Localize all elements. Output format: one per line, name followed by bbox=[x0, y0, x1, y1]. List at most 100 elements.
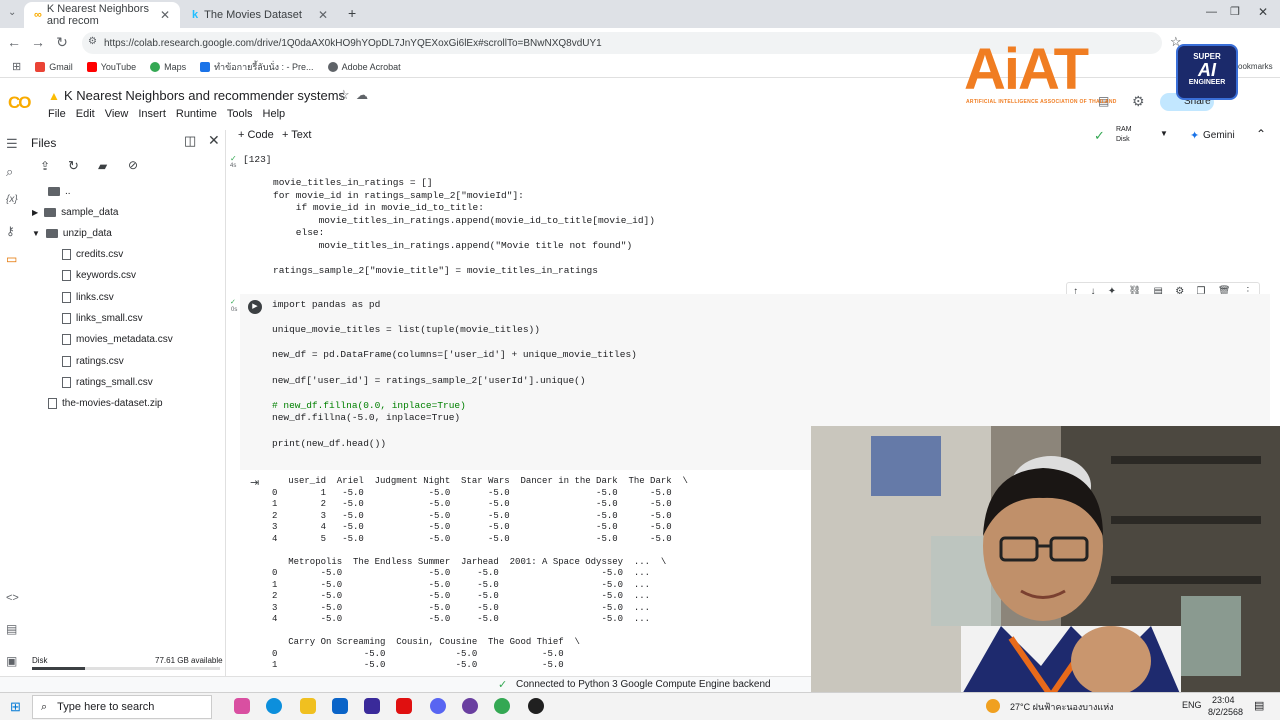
disk-label[interactable]: Disk bbox=[1116, 136, 1130, 143]
bookmark-thai-page[interactable]: ทำข้อกายรี้ลับนั่ง : - Pre... bbox=[200, 60, 314, 74]
file-name: links_small.csv bbox=[76, 313, 143, 324]
tab-colab[interactable]: ∞ K Nearest Neighbors and recom ✕ bbox=[24, 2, 180, 28]
all-bookmarks-link[interactable]: ookmarks bbox=[1238, 62, 1273, 71]
file-tree-item[interactable]: links.csv bbox=[62, 292, 114, 303]
code-editor[interactable]: import pandas as pd unique_movie_titles … bbox=[272, 299, 637, 450]
chrome-icon[interactable] bbox=[494, 698, 510, 714]
search-icon: ⌕ bbox=[41, 700, 48, 713]
hide-files-icon[interactable]: ⊘ bbox=[128, 158, 138, 172]
file-icon bbox=[62, 249, 71, 260]
file-tree-item[interactable]: movies_metadata.csv bbox=[62, 334, 173, 345]
code-cell[interactable]: ✓ 4s [123] movie_titles_in_ratings = [] f… bbox=[228, 148, 1268, 282]
colab-logo[interactable]: CO bbox=[8, 93, 31, 113]
star-icon[interactable]: ☆ bbox=[338, 87, 350, 103]
back-icon[interactable]: ← bbox=[2, 34, 26, 50]
tab-search-icon[interactable]: ⌄ bbox=[8, 7, 16, 18]
close-icon[interactable]: ✕ bbox=[160, 8, 170, 22]
file-tree-item[interactable]: the-movies-dataset.zip bbox=[48, 398, 163, 409]
menu-insert[interactable]: Insert bbox=[138, 108, 166, 120]
site-info-icon[interactable]: ⚙ bbox=[88, 36, 97, 47]
table-of-contents-icon[interactable]: ☰ bbox=[6, 136, 18, 152]
file-tree-item[interactable]: ▶ sample_data bbox=[32, 207, 118, 218]
tab-movies-dataset[interactable]: k The Movies Dataset ✕ bbox=[182, 2, 338, 28]
add-code-button[interactable]: + Code bbox=[238, 129, 274, 141]
chevron-down-icon[interactable]: ▼ bbox=[32, 229, 40, 238]
window-close-icon[interactable]: ✕ bbox=[1258, 5, 1268, 19]
weather-widget[interactable]: 27°C ฝนฟ้าคะนองบางแห่ง bbox=[1010, 700, 1114, 714]
bookmark-gmail[interactable]: Gmail bbox=[35, 61, 73, 72]
input-language[interactable]: ENG bbox=[1182, 700, 1202, 710]
secrets-key-icon[interactable]: ⚷ bbox=[6, 224, 15, 238]
bookmark-maps[interactable]: Maps bbox=[150, 61, 186, 72]
menu-runtime[interactable]: Runtime bbox=[176, 108, 217, 120]
mount-drive-icon[interactable]: ▰ bbox=[98, 159, 107, 173]
file-tree-item[interactable]: .. bbox=[48, 186, 71, 197]
open-in-tab-icon[interactable]: ◫ bbox=[184, 133, 196, 149]
menu-tools[interactable]: Tools bbox=[227, 108, 253, 120]
menu-view[interactable]: View bbox=[105, 108, 129, 120]
code-editor[interactable]: movie_titles_in_ratings = [] for movie_id… bbox=[273, 177, 655, 278]
chevron-down-icon[interactable]: ▼ bbox=[1160, 129, 1168, 138]
file-tree-item[interactable]: ratings.csv bbox=[62, 356, 124, 367]
file-tree-item[interactable]: credits.csv bbox=[62, 249, 123, 260]
variables-icon[interactable]: {x} bbox=[6, 194, 18, 205]
app-icon[interactable] bbox=[528, 698, 544, 714]
page-icon bbox=[200, 61, 211, 72]
code-line: movie_titles_in_ratings.append("Movie ti… bbox=[273, 239, 633, 251]
menu-edit[interactable]: Edit bbox=[76, 108, 95, 120]
close-icon[interactable]: ✕ bbox=[318, 8, 328, 22]
file-tree-item[interactable]: ▼ unzip_data bbox=[32, 228, 112, 239]
outlook-icon[interactable] bbox=[332, 698, 348, 714]
cloud-icon[interactable]: ☁ bbox=[356, 88, 368, 102]
connection-status[interactable]: Connected to Python 3 Google Compute Eng… bbox=[516, 679, 771, 690]
clock-time[interactable]: 23:04 bbox=[1212, 695, 1235, 705]
minimize-icon[interactable]: — bbox=[1206, 6, 1217, 18]
youtube-app-icon[interactable] bbox=[396, 698, 412, 714]
bookmark-acrobat[interactable]: Adobe Acrobat bbox=[327, 61, 401, 72]
add-text-button[interactable]: + Text bbox=[282, 129, 311, 141]
output-actions-icon[interactable]: ⇥ bbox=[250, 476, 259, 489]
upload-file-icon[interactable]: ⇪ bbox=[40, 159, 50, 173]
ram-label[interactable]: RAM bbox=[1116, 126, 1132, 133]
terminal-icon[interactable]: ▣ bbox=[6, 654, 17, 668]
file-tree-item[interactable]: keywords.csv bbox=[62, 270, 136, 281]
reload-icon[interactable]: ↻ bbox=[50, 34, 74, 51]
gemini-button[interactable]: Gemini bbox=[1203, 130, 1235, 141]
command-palette-icon[interactable]: ▤ bbox=[6, 622, 17, 636]
bookmark-label: Gmail bbox=[49, 61, 73, 72]
taskbar-search-box[interactable]: ⌕ Type here to search bbox=[32, 695, 212, 719]
close-panel-icon[interactable]: ✕ bbox=[208, 132, 220, 149]
file-icon bbox=[62, 356, 71, 367]
obs-icon[interactable] bbox=[462, 698, 478, 714]
code-snippets-icon[interactable]: <> bbox=[6, 592, 19, 604]
search-icon[interactable]: ⌕ bbox=[6, 164, 13, 180]
menu-file[interactable]: File bbox=[48, 108, 66, 120]
app-icon[interactable] bbox=[234, 698, 250, 714]
app-icon[interactable] bbox=[364, 698, 380, 714]
restore-icon[interactable]: ❐ bbox=[1230, 5, 1240, 18]
collapse-header-icon[interactable]: ⌃ bbox=[1256, 127, 1266, 141]
clock-date[interactable]: 8/2/2568 bbox=[1208, 707, 1243, 717]
new-tab-button[interactable]: + bbox=[348, 5, 356, 21]
run-cell-button[interactable]: ▶ bbox=[248, 300, 262, 314]
bookmark-youtube[interactable]: YouTube bbox=[86, 61, 136, 72]
apps-grid-icon[interactable]: ⊞ bbox=[12, 60, 21, 73]
forward-icon[interactable]: → bbox=[26, 34, 50, 50]
notifications-icon[interactable]: ▤ bbox=[1254, 699, 1264, 712]
notebook-title[interactable]: K Nearest Neighbors and recommender syst… bbox=[64, 88, 345, 103]
code-line: 2 -5.0 -5.0 -5.0 -5.0 ... bbox=[272, 591, 651, 601]
refresh-icon[interactable]: ↻ bbox=[68, 158, 79, 174]
files-folder-icon[interactable]: ▭ bbox=[6, 252, 17, 266]
chevron-right-icon[interactable]: ▶ bbox=[32, 208, 38, 217]
edge-browser-icon[interactable] bbox=[266, 698, 282, 714]
file-name: movies_metadata.csv bbox=[76, 334, 173, 345]
discord-icon[interactable] bbox=[430, 698, 446, 714]
windows-start-icon[interactable]: ⊞ bbox=[10, 699, 21, 715]
file-tree-item[interactable]: links_small.csv bbox=[62, 313, 143, 324]
menu-help[interactable]: Help bbox=[263, 108, 286, 120]
file-explorer-icon[interactable] bbox=[300, 698, 316, 714]
file-tree-item[interactable]: ratings_small.csv bbox=[62, 377, 153, 388]
settings-gear-icon[interactable]: ⚙ bbox=[1132, 93, 1145, 110]
code-line: # new_df.fillna(0.0, inplace=True) bbox=[272, 399, 466, 411]
